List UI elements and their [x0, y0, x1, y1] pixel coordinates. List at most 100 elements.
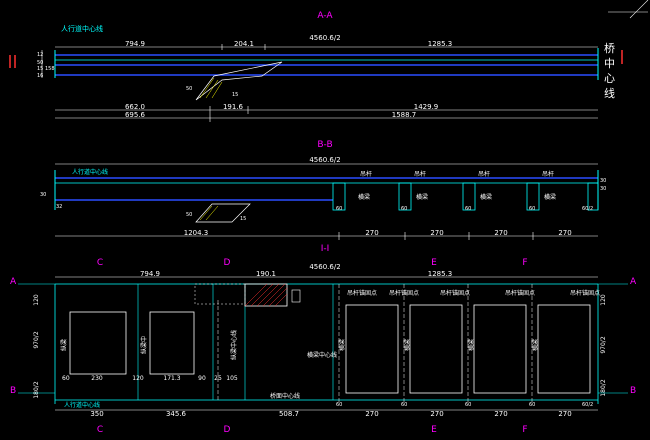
bb-bay-label: 吊杆 — [478, 170, 490, 178]
bb-bay-label: 吊杆 — [542, 170, 554, 178]
bi-dim-12: 60/2 — [582, 402, 593, 408]
aa-left-dim-4: 158 — [45, 66, 55, 72]
bb-bottom-dim-1: 270 — [365, 229, 378, 237]
grid-label-d-top: D — [224, 258, 231, 268]
inner-label-2: 纵梁中 — [140, 336, 148, 354]
i-dashed-box — [194, 283, 246, 305]
i-bottom-dim-7: 270 — [558, 410, 571, 418]
inner-label-3: 纵梁中心线 — [230, 330, 238, 360]
i-left-dim-1: 120 — [33, 294, 40, 306]
bi-dim-8: 60 — [336, 402, 342, 408]
i-right-dim-3: 180/2 — [600, 379, 607, 396]
aa-slope-dim-2: 15 — [232, 92, 238, 98]
i-top-dim-4: 1285.3 — [428, 270, 453, 278]
i-bottom-dim-2: 345.6 — [166, 410, 187, 418]
bb-beam-label: 横梁 — [416, 193, 428, 201]
aa-left-dim-3: 15 — [37, 66, 43, 72]
grid-label-c-bottom: C — [97, 425, 103, 435]
i-bottom-dim-3: 508.7 — [279, 410, 299, 418]
i-top-dim-3: 4560.6/2 — [309, 263, 340, 271]
bi-dim-11: 60 — [529, 402, 535, 408]
bb-beam-2: 吊杆 横梁 60 — [398, 170, 428, 212]
aa-bottom-dim-3: 1429.9 — [414, 103, 439, 111]
bb-slope-hatch-1 — [199, 205, 213, 221]
hanger-label-2: 吊杆锚固点 — [389, 289, 419, 297]
aa-top-dim-3: 4560.6/2 — [309, 34, 340, 42]
bb-bay-label: 吊杆 — [414, 170, 426, 178]
bb-slope-dim-1: 50 — [186, 212, 192, 218]
grid-label-e-top: E — [431, 258, 437, 268]
inner-label-4: 横梁中心线 — [307, 351, 337, 359]
bb-small-dim: 60 — [465, 206, 471, 212]
bi-dim-7: 105 — [226, 375, 238, 382]
i-bottom-dim-5: 270 — [430, 410, 443, 418]
row-label-b-right: B — [630, 386, 636, 396]
section-11-title: I-I — [321, 244, 330, 254]
cad-drawing-canvas: A-A 人行道中心线 794.9 204.1 4560.6/2 1285.3 1… — [9, 0, 649, 435]
section-11: I-I C D E F 794.9 190.1 4560.6/2 1285.3 … — [10, 244, 637, 435]
bb-beam-1: 吊杆 横梁 60 — [332, 170, 372, 212]
hanger-label-3: 吊杆锚固点 — [440, 289, 470, 297]
bb-end-dim: 60/2 — [582, 206, 593, 212]
bb-small-dim: 60 — [529, 206, 535, 212]
hatch-line — [262, 283, 286, 307]
section-aa: A-A 人行道中心线 794.9 204.1 4560.6/2 1285.3 1… — [9, 0, 649, 122]
bb-bottom-left-dim: 1204.3 — [184, 229, 209, 237]
bb-beam-label: 横梁 — [358, 193, 370, 201]
i-panel-1 — [69, 311, 127, 375]
bb-beam-label: 横梁 — [544, 193, 556, 201]
row-label-a-right: A — [630, 277, 637, 287]
inner-label-5: 横梁 — [338, 339, 346, 351]
bb-left-dim-2: 32 — [56, 204, 62, 210]
hanger-label-5: 吊杆锚固点 — [570, 289, 600, 297]
i-panel-4 — [409, 304, 463, 394]
i-center-note: 桥面中心线 — [270, 392, 300, 400]
i-top-dim-2: 190.1 — [256, 270, 276, 278]
bb-bay-label: 吊杆 — [360, 170, 372, 178]
bi-dim-4: 171.3 — [163, 375, 180, 382]
grid-label-f-bottom: F — [522, 425, 527, 435]
hanger-label-1: 吊杆锚固点 — [347, 289, 377, 297]
i-right-dim-1: 120 — [600, 294, 607, 306]
i-hatch-lines — [244, 283, 288, 307]
aa-right-label-4: 线 — [604, 86, 615, 100]
aa-right-label-3: 心 — [604, 72, 615, 85]
i-left-dim-2: 970/2 — [33, 331, 40, 348]
grid-label-d-bottom: D — [224, 425, 231, 435]
grid-label-f-top: F — [522, 258, 527, 268]
bb-left-dim-1: 30 — [40, 192, 46, 198]
aa-right-label-1: 桥 — [604, 42, 615, 55]
bb-right-dim-2: 30 — [600, 186, 606, 192]
i-panel-6 — [537, 304, 591, 394]
bi-dim-6: 25 — [214, 375, 222, 382]
aa-corner-line-2 — [629, 0, 649, 19]
bb-bottom-dim-3: 270 — [494, 229, 507, 237]
section-bb-title: B-B — [317, 140, 332, 150]
bb-slope-dim-2: 15 — [240, 216, 246, 222]
aa-slope-block — [195, 61, 283, 101]
i-bottom-dim-1: 350 — [90, 410, 103, 418]
bi-dim-2: 230 — [91, 375, 103, 382]
inner-label-1: 纵梁 — [60, 339, 68, 351]
aa-left-dim-5: 16 — [37, 73, 43, 79]
hatch-line — [256, 283, 280, 307]
row-label-a-left: A — [10, 277, 17, 287]
aa-top-dim-4: 1285.3 — [428, 40, 453, 48]
bb-center-note: 人行道中心线 — [72, 168, 108, 176]
i-panel-3 — [345, 304, 399, 394]
inner-label-8: 横梁 — [531, 339, 539, 351]
aa-right-label-2: 中 — [604, 57, 615, 70]
hatch-line — [250, 283, 274, 307]
bb-top-dim: 4560.6/2 — [309, 156, 340, 164]
aa-slope-hatch-2 — [205, 79, 219, 99]
i-bottom-center-note: 人行道中心线 — [64, 401, 100, 409]
inner-label-6: 横梁 — [403, 339, 411, 351]
aa-bottom-dim-5: 1588.7 — [392, 111, 417, 119]
aa-bottom-dim-4: 695.6 — [125, 111, 146, 119]
aa-slope-hatch-3 — [211, 81, 223, 99]
aa-top-dim-1: 794.9 — [125, 40, 145, 48]
i-right-dim-2: 970/2 — [600, 336, 607, 353]
bb-beam-label: 横梁 — [480, 193, 492, 201]
hatch-line — [274, 293, 288, 307]
grid-label-e-bottom: E — [431, 425, 437, 435]
